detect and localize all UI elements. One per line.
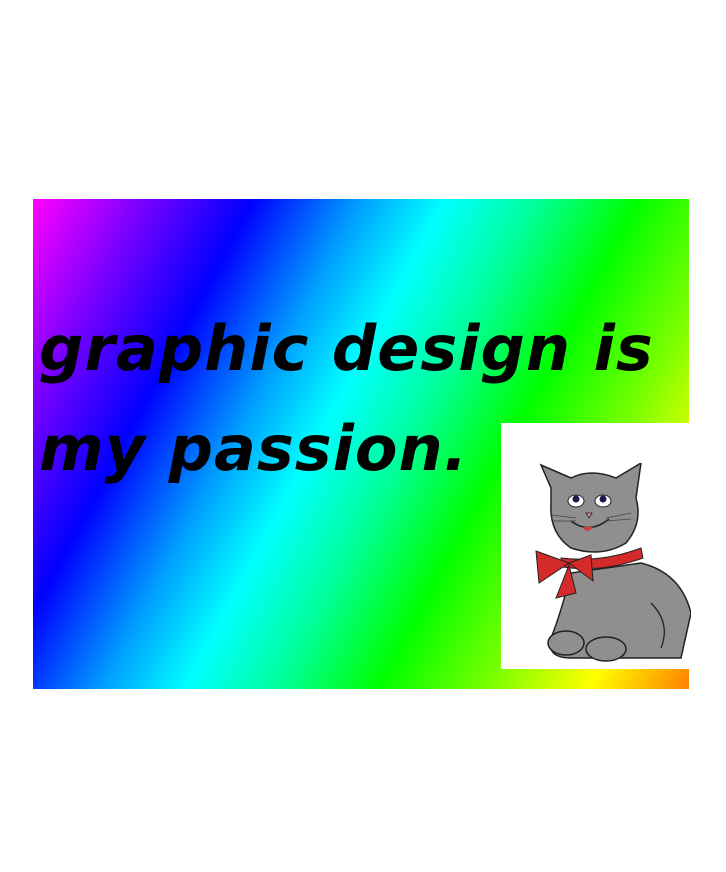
meme-image: graphic design is my passion. bbox=[33, 199, 691, 689]
cat-clipart-panel bbox=[501, 423, 691, 669]
cat-icon bbox=[535, 463, 691, 662]
caption-line-1: graphic design is bbox=[39, 312, 654, 385]
